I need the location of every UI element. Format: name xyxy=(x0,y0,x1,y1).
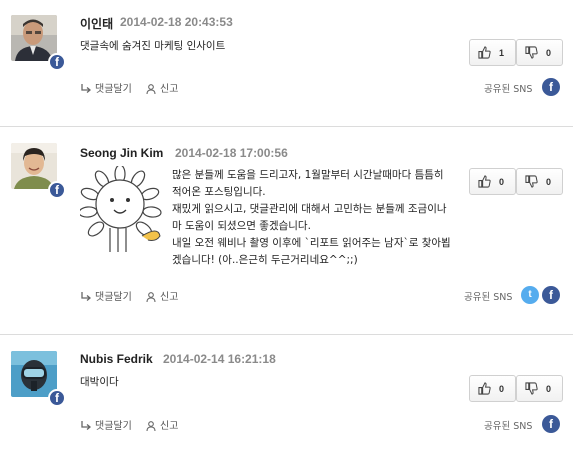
facebook-badge-icon: f xyxy=(48,181,66,199)
comment-body-line: 댓글속에 숨겨진 마케팅 인사이트 xyxy=(80,40,226,52)
facebook-share-icon[interactable]: f xyxy=(542,415,560,433)
comment-body: 대박이다 xyxy=(80,374,119,391)
comment-item: f Nubis Fedrik 2014-02-14 16:21:18 대박이다 … xyxy=(0,335,573,465)
dislike-count: 0 xyxy=(546,177,552,187)
dislike-button[interactable]: 0 xyxy=(516,39,563,66)
avatar[interactable]: f xyxy=(11,143,66,199)
report-button[interactable]: 신고 xyxy=(146,288,178,303)
reply-button[interactable]: 댓글달기 xyxy=(80,80,132,95)
comment-item: f Seong Jin Kim 2014-02-18 17:00:56 많은 분… xyxy=(0,127,573,332)
facebook-badge-icon: f xyxy=(48,389,66,407)
report-button[interactable]: 신고 xyxy=(146,417,178,432)
facebook-share-icon[interactable]: f xyxy=(542,78,560,96)
dislike-button[interactable]: 0 xyxy=(516,375,563,402)
report-person-icon xyxy=(146,292,156,303)
avatar[interactable]: f xyxy=(11,15,66,71)
comment-body-line: 재밌게 읽으시고, 댓글관리에 대해서 고민하는 분들께 조금이나 xyxy=(172,203,447,215)
report-person-icon xyxy=(146,84,156,95)
comment-body: 많은 분들께 도움을 드리고자, 1월말부터 시간날때마다 틈틈히 적어온 포스… xyxy=(172,167,451,269)
comment-date: 2014-02-14 16:21:18 xyxy=(163,352,276,366)
reply-label: 댓글달기 xyxy=(95,421,132,432)
reply-label: 댓글달기 xyxy=(95,292,132,303)
report-button[interactable]: 신고 xyxy=(146,80,178,95)
shared-sns-label: 공유된 SNS xyxy=(464,292,513,303)
comment-body: 댓글속에 숨겨진 마케팅 인사이트 xyxy=(80,38,225,55)
shared-sns-label: 공유된 SNS xyxy=(484,84,533,95)
twitter-share-icon[interactable]: t xyxy=(521,286,539,304)
comment-body-line: 마 도움이 되셨으면 좋겠습니다. xyxy=(172,220,311,232)
comment-body-line: 내일 오전 웨비나 촬영 이후에 `리포트 읽어주는 남자`로 찾아뵙 xyxy=(172,237,451,249)
like-button[interactable]: 1 xyxy=(469,39,516,66)
reply-arrow-icon xyxy=(81,292,92,301)
like-count: 0 xyxy=(499,384,505,394)
comment-date: 2014-02-18 20:43:53 xyxy=(120,15,233,29)
thumbs-up-icon xyxy=(478,175,491,188)
comment-body-line: 많은 분들께 도움을 드리고자, 1월말부터 시간날때마다 틈틈히 xyxy=(172,169,444,181)
report-label: 신고 xyxy=(160,421,179,432)
like-button[interactable]: 0 xyxy=(469,168,516,195)
comment-date: 2014-02-18 17:00:56 xyxy=(175,146,288,160)
thumbs-down-icon xyxy=(525,46,538,59)
avatar-photo-icon xyxy=(11,351,57,397)
sticker-image xyxy=(80,166,162,252)
thumbs-up-icon xyxy=(478,382,491,395)
like-button[interactable]: 0 xyxy=(469,375,516,402)
dislike-count: 0 xyxy=(546,48,552,58)
report-label: 신고 xyxy=(160,292,179,303)
report-person-icon xyxy=(146,421,156,432)
like-count: 1 xyxy=(499,48,505,58)
report-label: 신고 xyxy=(160,84,179,95)
dislike-count: 0 xyxy=(546,384,552,394)
comment-author[interactable]: Nubis Fedrik xyxy=(80,352,153,366)
facebook-badge-icon: f xyxy=(48,53,66,71)
thumbs-down-icon xyxy=(525,382,538,395)
dislike-button[interactable]: 0 xyxy=(516,168,563,195)
comment-body-line: 겠습니다! (아..은근히 두근거리네요^^;;) xyxy=(172,254,358,266)
shared-sns-label: 공유된 SNS xyxy=(484,421,533,432)
reply-arrow-icon xyxy=(81,84,92,93)
facebook-share-icon[interactable]: f xyxy=(542,286,560,304)
comment-author[interactable]: 이인태 xyxy=(80,15,113,32)
thumbs-down-icon xyxy=(525,175,538,188)
comment-item: f 이인태 2014-02-18 20:43:53 댓글속에 숨겨진 마케팅 인… xyxy=(0,0,573,125)
reply-label: 댓글달기 xyxy=(95,84,132,95)
reply-button[interactable]: 댓글달기 xyxy=(80,417,132,432)
thumbs-up-icon xyxy=(478,46,491,59)
avatar-photo-icon xyxy=(11,143,57,189)
reply-arrow-icon xyxy=(81,421,92,430)
comment-body-line: 대박이다 xyxy=(80,376,119,388)
comment-author[interactable]: Seong Jin Kim xyxy=(80,146,163,160)
avatar[interactable]: f xyxy=(11,351,66,407)
avatar-photo-icon xyxy=(11,15,57,61)
like-count: 0 xyxy=(499,177,505,187)
reply-button[interactable]: 댓글달기 xyxy=(80,288,132,303)
comment-body-line: 적어온 포스팅입니다. xyxy=(172,186,266,198)
